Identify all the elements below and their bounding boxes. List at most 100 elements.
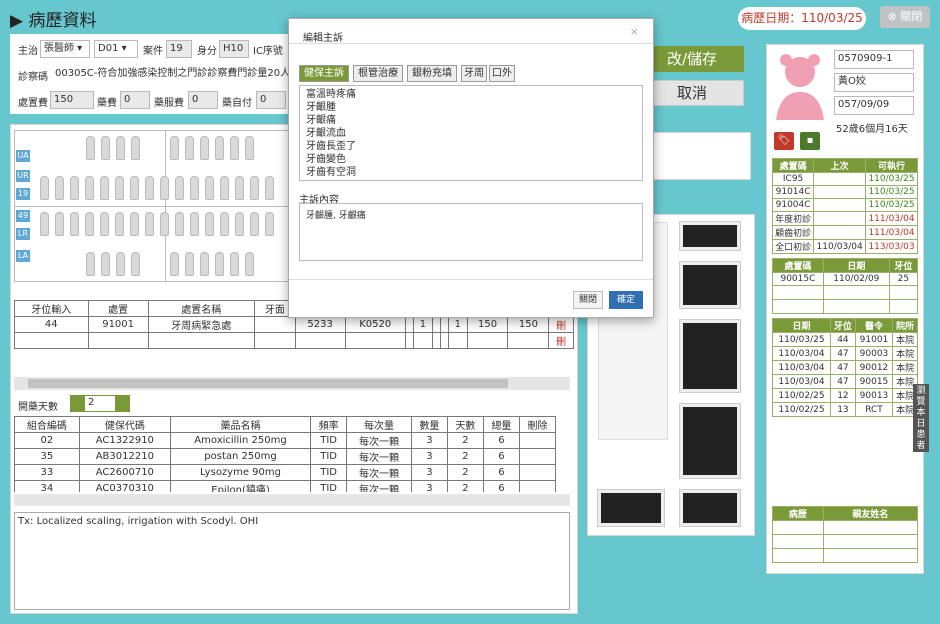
- tooth[interactable]: [190, 212, 199, 236]
- tooth[interactable]: [175, 212, 184, 236]
- vt-row[interactable]: 110/03/04 47 90012 本院: [772, 360, 918, 375]
- complaint-item[interactable]: 牙齦流血: [306, 127, 636, 140]
- xray-6[interactable]: [680, 490, 740, 526]
- tooth[interactable]: [185, 252, 194, 276]
- tag-la[interactable]: LA: [16, 250, 30, 262]
- doctor-select[interactable]: 張醫師 ▾: [40, 40, 90, 58]
- tag-lr[interactable]: LR: [16, 228, 30, 240]
- tooth[interactable]: [220, 212, 229, 236]
- vt-row[interactable]: 110/03/25 44 91001 本院: [772, 332, 918, 347]
- tooth[interactable]: [250, 176, 259, 200]
- tooth[interactable]: [205, 212, 214, 236]
- tooth[interactable]: [55, 212, 64, 236]
- xray-5[interactable]: [598, 490, 664, 526]
- tab-perio[interactable]: 牙周: [461, 65, 487, 82]
- tooth[interactable]: [245, 252, 254, 276]
- complaint-content[interactable]: 牙齦腫, 牙齦痛: [299, 203, 643, 261]
- identity-input[interactable]: H10: [219, 40, 249, 58]
- browse-today-tab[interactable]: 瀏覽本日患者: [913, 384, 929, 452]
- drug-scrollbar[interactable]: [14, 494, 570, 506]
- close-button[interactable]: ⊗ 關閉: [880, 6, 930, 28]
- tooth[interactable]: [245, 136, 254, 160]
- message-icon[interactable]: ▪: [800, 132, 820, 150]
- complaint-item[interactable]: 牙齦痛: [306, 114, 636, 127]
- tag-19[interactable]: 19: [16, 188, 30, 200]
- tooth[interactable]: [200, 252, 209, 276]
- notes-textarea[interactable]: Tx: Localized scaling, irrigation with S…: [14, 512, 570, 610]
- complaint-item[interactable]: 牙齦腫: [306, 101, 636, 114]
- tooth[interactable]: [131, 136, 140, 160]
- complaint-item[interactable]: 牙齒有空洞: [306, 166, 636, 179]
- save-button[interactable]: 改/儲存: [640, 46, 744, 72]
- tooth[interactable]: [130, 176, 139, 200]
- cancel-button[interactable]: 取消: [640, 80, 744, 106]
- tooth[interactable]: [100, 176, 109, 200]
- vt-row[interactable]: 110/03/04 47 90015 本院: [772, 374, 918, 389]
- rx-row[interactable]: 91004C 110/03/25: [771, 198, 918, 212]
- tooth[interactable]: [85, 212, 94, 236]
- patient-dob[interactable]: 057/09/09: [834, 96, 914, 115]
- xray-4[interactable]: [680, 404, 740, 478]
- tab-extraoral[interactable]: 口外: [489, 65, 515, 82]
- tooth[interactable]: [185, 136, 194, 160]
- tooth[interactable]: [200, 136, 209, 160]
- tab-amalgam[interactable]: 銀粉充填: [407, 65, 457, 82]
- tab-nhi-complaint[interactable]: 健保主訴: [299, 65, 349, 82]
- tag-ur[interactable]: UR: [16, 170, 30, 182]
- tooth[interactable]: [145, 176, 154, 200]
- drug-row[interactable]: 33 AC2600710 Lysozyme 90mg TID 每次一顆 3 2 6: [14, 464, 557, 481]
- tooth[interactable]: [265, 212, 274, 236]
- tag-49[interactable]: 49: [16, 210, 30, 222]
- tooth[interactable]: [131, 252, 140, 276]
- modal-close-button[interactable]: 關閉: [573, 291, 603, 309]
- dept-select[interactable]: D01 ▾: [94, 40, 138, 58]
- tooth[interactable]: [205, 176, 214, 200]
- vt-row[interactable]: 110/02/25 12 90013 本院: [772, 388, 918, 403]
- modal-ok-button[interactable]: 確定: [609, 291, 643, 309]
- tooth[interactable]: [115, 176, 124, 200]
- drug-row[interactable]: 34 AC0370310 Epilon(鎮痛) TID 每次一顆 3 2 6: [14, 480, 557, 492]
- tooth[interactable]: [70, 176, 79, 200]
- tooth[interactable]: [230, 136, 239, 160]
- clinic-field[interactable]: 00305C-符合加強感染控制之門診診察費門診量20人: [52, 66, 290, 84]
- tooth[interactable]: [86, 252, 95, 276]
- tooth[interactable]: [160, 212, 169, 236]
- rx-row[interactable]: 91014C 110/03/25: [771, 185, 918, 199]
- drug-row[interactable]: 35 AB3012210 postan 250mg TID 每次一顆 3 2 6: [14, 448, 557, 465]
- tooth[interactable]: [265, 176, 274, 200]
- tooth[interactable]: [40, 176, 49, 200]
- tooth[interactable]: [220, 176, 229, 200]
- drug-row[interactable]: 02 AC1322910 Amoxicillin 250mg TID 每次一顆 3 2 6: [14, 432, 557, 449]
- tooth[interactable]: [175, 176, 184, 200]
- tooth[interactable]: [115, 212, 124, 236]
- th-row[interactable]: 90015C 110/02/09 25: [772, 272, 919, 286]
- tooth[interactable]: [170, 252, 179, 276]
- tooth[interactable]: [86, 136, 95, 160]
- vt-row[interactable]: 110/03/04 47 90003 本院: [772, 346, 918, 361]
- tooth[interactable]: [235, 212, 244, 236]
- fee2-input[interactable]: 0: [120, 91, 150, 109]
- vt-row[interactable]: 110/02/25 13 RCT 本院: [772, 402, 918, 417]
- tooth[interactable]: [70, 212, 79, 236]
- tooth[interactable]: [160, 176, 169, 200]
- days-stepper[interactable]: 2: [70, 395, 130, 412]
- tooth[interactable]: [170, 136, 179, 160]
- rx-row[interactable]: 全口初診 110/03/04 113/03/03: [771, 239, 918, 254]
- rx-row[interactable]: 顧齒初診 111/03/04: [771, 225, 918, 240]
- proc-row[interactable]: 刪: [14, 332, 574, 349]
- tooth[interactable]: [190, 176, 199, 200]
- tag-ua[interactable]: UA: [16, 150, 30, 162]
- fee4-input[interactable]: 0: [256, 91, 286, 109]
- tooth[interactable]: [235, 176, 244, 200]
- tooth[interactable]: [40, 212, 49, 236]
- xray-3[interactable]: [680, 320, 740, 392]
- tooth[interactable]: [116, 252, 125, 276]
- tooth[interactable]: [215, 252, 224, 276]
- tooth[interactable]: [101, 136, 110, 160]
- tooth[interactable]: [85, 176, 94, 200]
- complaint-item[interactable]: 富溫時疼痛: [306, 88, 636, 101]
- tab-root-canal[interactable]: 根管治療: [353, 65, 403, 82]
- xray-pano[interactable]: [680, 222, 740, 250]
- horizontal-scrollbar[interactable]: [14, 377, 570, 390]
- case-input[interactable]: 19: [166, 40, 192, 58]
